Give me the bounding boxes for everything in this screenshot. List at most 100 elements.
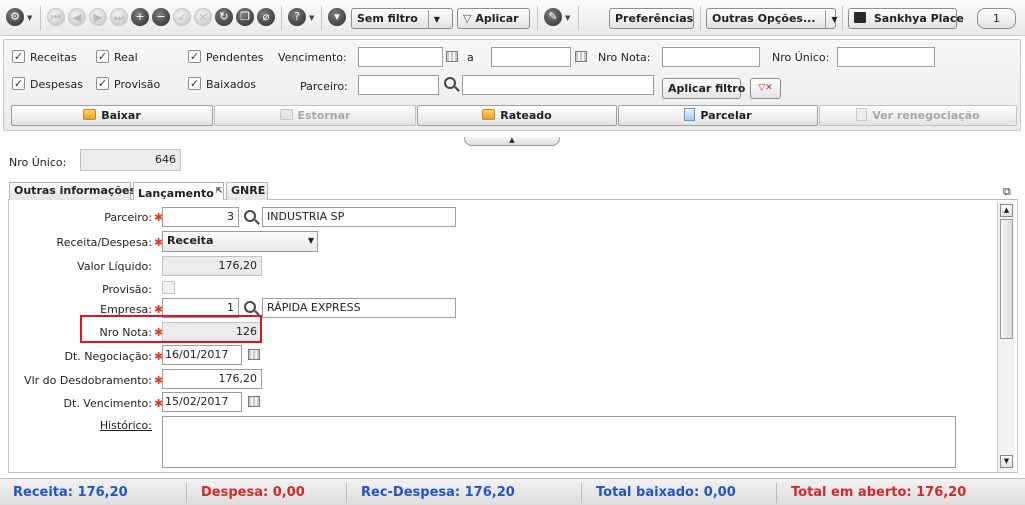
place-icon	[854, 12, 866, 23]
cancel-icon[interactable]: ✕	[194, 8, 212, 26]
previous-record-icon[interactable]: ◀	[68, 8, 86, 26]
first-record-icon[interactable]: ⏮	[47, 8, 65, 26]
refresh-icon[interactable]: ↻	[215, 8, 233, 26]
parceiro-code-input[interactable]: 3	[162, 207, 239, 227]
chevron-down-icon[interactable]: ▼	[825, 10, 838, 29]
search-icon[interactable]	[444, 77, 456, 89]
parceiro-filter-code-input[interactable]	[358, 75, 439, 95]
vencimento-start-input[interactable]	[358, 47, 443, 67]
baixados-checkbox[interactable]: ✓	[188, 77, 201, 90]
provisao-checkbox-field[interactable]	[162, 281, 175, 294]
nro-unico-field: 646	[80, 149, 181, 171]
rateado-label: Rateado	[500, 109, 552, 122]
chevron-down-icon[interactable]: ▼	[565, 14, 570, 22]
calendar-icon[interactable]	[248, 396, 260, 407]
calendar-icon[interactable]	[446, 51, 458, 62]
empresa-name-field[interactable]: RÁPIDA EXPRESS	[262, 298, 456, 318]
vlr-desdobramento-input[interactable]: 176,20	[162, 369, 262, 389]
page-indicator[interactable]: 1	[977, 8, 1016, 29]
last-record-icon[interactable]: ⏭	[110, 8, 128, 26]
receitas-checkbox[interactable]: ✓	[12, 50, 25, 63]
copy-icon[interactable]: ❐	[236, 8, 254, 26]
baixados-label: Baixados	[206, 78, 257, 91]
filter-icon[interactable]: ▾	[328, 8, 346, 26]
tab-lancamento-label: Lançamento	[138, 187, 214, 200]
more-options-button[interactable]: Outras Opções... ▼	[706, 8, 838, 29]
calendar-icon[interactable]	[248, 349, 260, 360]
popout-icon[interactable]: ⇱	[216, 186, 223, 195]
baixar-button[interactable]: Baixar	[11, 105, 213, 126]
vencimento-end-input[interactable]	[491, 47, 571, 67]
ver-renegociacao-button[interactable]: Ver renegociação	[819, 105, 1017, 126]
search-icon[interactable]	[244, 210, 256, 222]
grid-menu-icon[interactable]: ⚙	[6, 8, 24, 26]
tab-gnre[interactable]: GNRE	[226, 182, 268, 200]
add-record-icon[interactable]: +	[131, 8, 149, 26]
parceiro-name-field[interactable]: INDUSTRIA SP	[262, 207, 456, 227]
historico-label: Histórico:	[99, 419, 152, 432]
scroll-thumb[interactable]	[1000, 219, 1013, 339]
form-scrollbar[interactable]: ▲ ▼	[997, 202, 1014, 472]
nro-unico-filter-input[interactable]	[837, 47, 935, 67]
sankhya-place-button[interactable]: Sankhya Place	[848, 8, 964, 29]
next-record-icon[interactable]: ▶	[89, 8, 107, 26]
real-checkbox[interactable]: ✓	[96, 50, 109, 63]
scroll-up-icon[interactable]: ▲	[1000, 204, 1013, 217]
nro-nota-filter-input[interactable]	[662, 47, 760, 67]
toolbar-divider	[578, 6, 579, 30]
provisao-checkbox[interactable]: ✓	[96, 77, 109, 90]
receita-despesa-select[interactable]: Receita ▼	[162, 231, 318, 252]
estornar-button[interactable]: Estornar	[214, 105, 416, 126]
nro-nota-highlight	[80, 315, 262, 343]
attach-icon[interactable]: ⌀	[257, 8, 275, 26]
tab-outras-informacoes[interactable]: Outras informações	[9, 182, 136, 200]
ver-renegociacao-label: Ver renegociação	[872, 109, 980, 122]
chevron-down-icon[interactable]: ▼	[309, 14, 314, 22]
clear-filter-icon[interactable]: ▽✕	[750, 78, 781, 99]
total-despesa: Despesa: 0,00	[201, 485, 305, 500]
scroll-down-icon[interactable]: ▼	[1000, 455, 1013, 468]
document-icon	[856, 108, 868, 121]
remove-record-icon[interactable]: −	[152, 8, 170, 26]
document-icon	[684, 108, 696, 121]
real-label: Real	[114, 51, 138, 64]
pendentes-label: Pendentes	[206, 51, 264, 64]
filter-select[interactable]: Sem filtro ▼	[351, 8, 453, 29]
preferences-button[interactable]: Preferências	[609, 8, 694, 29]
save-icon[interactable]: ✓	[173, 8, 191, 26]
dt-negociacao-input[interactable]: 16/01/2017	[162, 345, 242, 365]
valor-liquido-field: 176,20	[162, 256, 262, 276]
parcelar-button[interactable]: Parcelar	[618, 105, 818, 126]
historico-textarea[interactable]	[162, 416, 956, 468]
more-options-label: Outras Opções...	[712, 12, 816, 25]
apply-label: Aplicar	[475, 12, 519, 25]
rateado-button[interactable]: Rateado	[417, 105, 617, 126]
totals-divider	[581, 483, 582, 503]
parceiro-filter-name-input[interactable]	[462, 75, 654, 95]
total-em-aberto: Total em aberto: 176,20	[791, 485, 967, 500]
apply-filter-button[interactable]: Aplicar filtro	[662, 78, 745, 99]
chevron-down-icon[interactable]: ▼	[308, 232, 314, 250]
dt-vencimento-input[interactable]: 15/02/2017	[162, 392, 242, 412]
calendar-icon[interactable]	[575, 51, 587, 62]
chevron-down-icon[interactable]: ▼	[427, 10, 440, 29]
wrench-icon[interactable]: ✎	[544, 8, 562, 26]
help-icon[interactable]: ?	[288, 8, 306, 26]
parcelar-label: Parcelar	[700, 109, 752, 122]
toolbar-divider	[842, 6, 843, 30]
chevron-down-icon[interactable]: ▼	[27, 14, 32, 22]
receitas-label: Receitas	[30, 51, 77, 64]
despesas-checkbox[interactable]: ✓	[12, 77, 25, 90]
provisao-label: Provisão	[114, 78, 161, 91]
expand-icon[interactable]: ⧉	[1003, 185, 1011, 199]
dt-vencimento-label: Dt. Vencimento:	[63, 397, 153, 410]
nro-nota-filter-label: Nro Nota:	[598, 51, 651, 64]
search-icon[interactable]	[244, 301, 256, 313]
toolbar-divider	[537, 6, 538, 30]
collapse-panel-handle[interactable]: ▲	[464, 137, 560, 146]
pendentes-checkbox[interactable]: ✓	[188, 50, 201, 63]
total-rec-despesa: Rec-Despesa: 176,20	[361, 485, 515, 500]
apply-button[interactable]: ▽ Aplicar	[457, 8, 530, 29]
totals-divider	[776, 483, 777, 503]
tab-lancamento[interactable]: Lançamento ⇱	[133, 182, 224, 201]
